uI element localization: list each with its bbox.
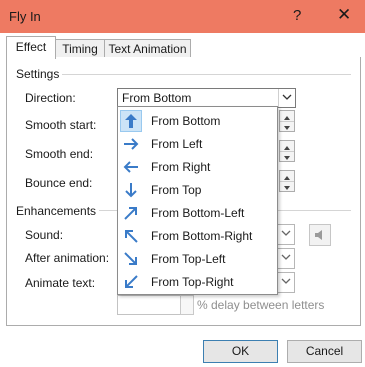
- direction-option-label: From Left: [151, 137, 203, 151]
- direction-option-from-right[interactable]: From Right: [118, 155, 277, 178]
- arrow-left-icon: [120, 156, 142, 178]
- sound-dropdown-button[interactable]: [277, 225, 294, 244]
- bounce-end-spinner[interactable]: [279, 170, 295, 192]
- enhancements-heading: Enhancements: [16, 204, 100, 218]
- cancel-button-label: Cancel: [305, 344, 344, 358]
- delay-label: % delay between letters: [197, 298, 325, 312]
- bounce-end-label: Bounce end:: [25, 176, 93, 190]
- window-title: Fly In: [9, 9, 41, 24]
- close-button[interactable]: ✕: [337, 5, 351, 25]
- direction-option-from-bottom-right[interactable]: From Bottom-Right: [118, 224, 277, 247]
- arrow-up-icon: [120, 110, 142, 132]
- spin-down-button[interactable]: [280, 181, 294, 191]
- help-button[interactable]: ?: [293, 7, 301, 24]
- chevron-down-icon: [281, 230, 291, 236]
- direction-select[interactable]: From Bottom: [117, 88, 296, 108]
- ok-button-label: OK: [231, 344, 250, 358]
- direction-option-from-bottom-left[interactable]: From Bottom-Left: [118, 201, 277, 224]
- direction-option-label: From Bottom-Left: [151, 206, 245, 220]
- settings-divider: [16, 74, 351, 75]
- direction-option-label: From Top: [151, 183, 202, 197]
- sound-volume-button[interactable]: [309, 224, 331, 246]
- direction-dropdown-button[interactable]: [278, 89, 295, 107]
- smooth-end-spinner[interactable]: [279, 140, 295, 162]
- direction-option-label: From Top-Right: [151, 275, 234, 289]
- direction-option-from-left[interactable]: From Left: [118, 132, 277, 155]
- triangle-down-icon: [284, 156, 290, 160]
- arrow-up-left-icon: [120, 225, 142, 247]
- smooth-end-label: Smooth end:: [25, 147, 94, 161]
- sound-label: Sound:: [25, 228, 64, 242]
- after-animation-dropdown-button[interactable]: [277, 249, 294, 268]
- spin-down-button[interactable]: [280, 151, 294, 161]
- direction-option-label: From Bottom-Right: [151, 229, 253, 243]
- direction-option-label: From Right: [151, 160, 211, 174]
- speaker-icon: [315, 230, 322, 240]
- triangle-down-icon: [284, 126, 290, 130]
- smooth-start-spinner[interactable]: [279, 110, 295, 132]
- chevron-down-icon: [281, 278, 291, 284]
- direction-option-from-top[interactable]: From Top: [118, 178, 277, 201]
- title-bar: Fly In ? ✕: [0, 0, 365, 33]
- direction-dropdown-list: From Bottom From Left From Right From To…: [117, 106, 278, 295]
- cancel-button[interactable]: Cancel: [287, 340, 362, 363]
- spin-down-button[interactable]: [280, 121, 294, 131]
- direction-option-from-bottom[interactable]: From Bottom: [118, 109, 277, 132]
- tab-effect-label: Effect: [15, 40, 47, 54]
- animate-text-label: Animate text:: [25, 276, 96, 290]
- direction-option-label: From Top-Left: [151, 252, 226, 266]
- tab-effect[interactable]: Effect: [6, 36, 56, 59]
- tab-text-animation[interactable]: Text Animation: [104, 39, 191, 58]
- tab-timing-label: Timing: [62, 42, 98, 56]
- chevron-down-icon: [281, 254, 291, 260]
- direction-label: Direction:: [25, 91, 76, 105]
- settings-heading: Settings: [16, 67, 63, 81]
- direction-option-label: From Bottom: [151, 114, 221, 128]
- arrow-down-left-icon: [120, 271, 142, 293]
- after-animation-label: After animation:: [25, 251, 110, 265]
- direction-value: From Bottom: [122, 91, 192, 105]
- delay-spinner[interactable]: [180, 295, 194, 315]
- tab-text-animation-label: Text Animation: [108, 42, 187, 56]
- direction-option-from-top-right[interactable]: From Top-Right: [118, 270, 277, 293]
- tab-timing[interactable]: Timing: [55, 39, 105, 58]
- arrow-down-right-icon: [120, 248, 142, 270]
- arrow-right-icon: [120, 133, 142, 155]
- smooth-start-label: Smooth start:: [25, 118, 97, 132]
- arrow-up-right-icon: [120, 202, 142, 224]
- animate-text-dropdown-button[interactable]: [277, 273, 294, 292]
- ok-button[interactable]: OK: [203, 340, 278, 363]
- triangle-down-icon: [284, 186, 290, 190]
- arrow-down-icon: [120, 179, 142, 201]
- direction-option-from-top-left[interactable]: From Top-Left: [118, 247, 277, 270]
- chevron-down-icon: [282, 94, 292, 100]
